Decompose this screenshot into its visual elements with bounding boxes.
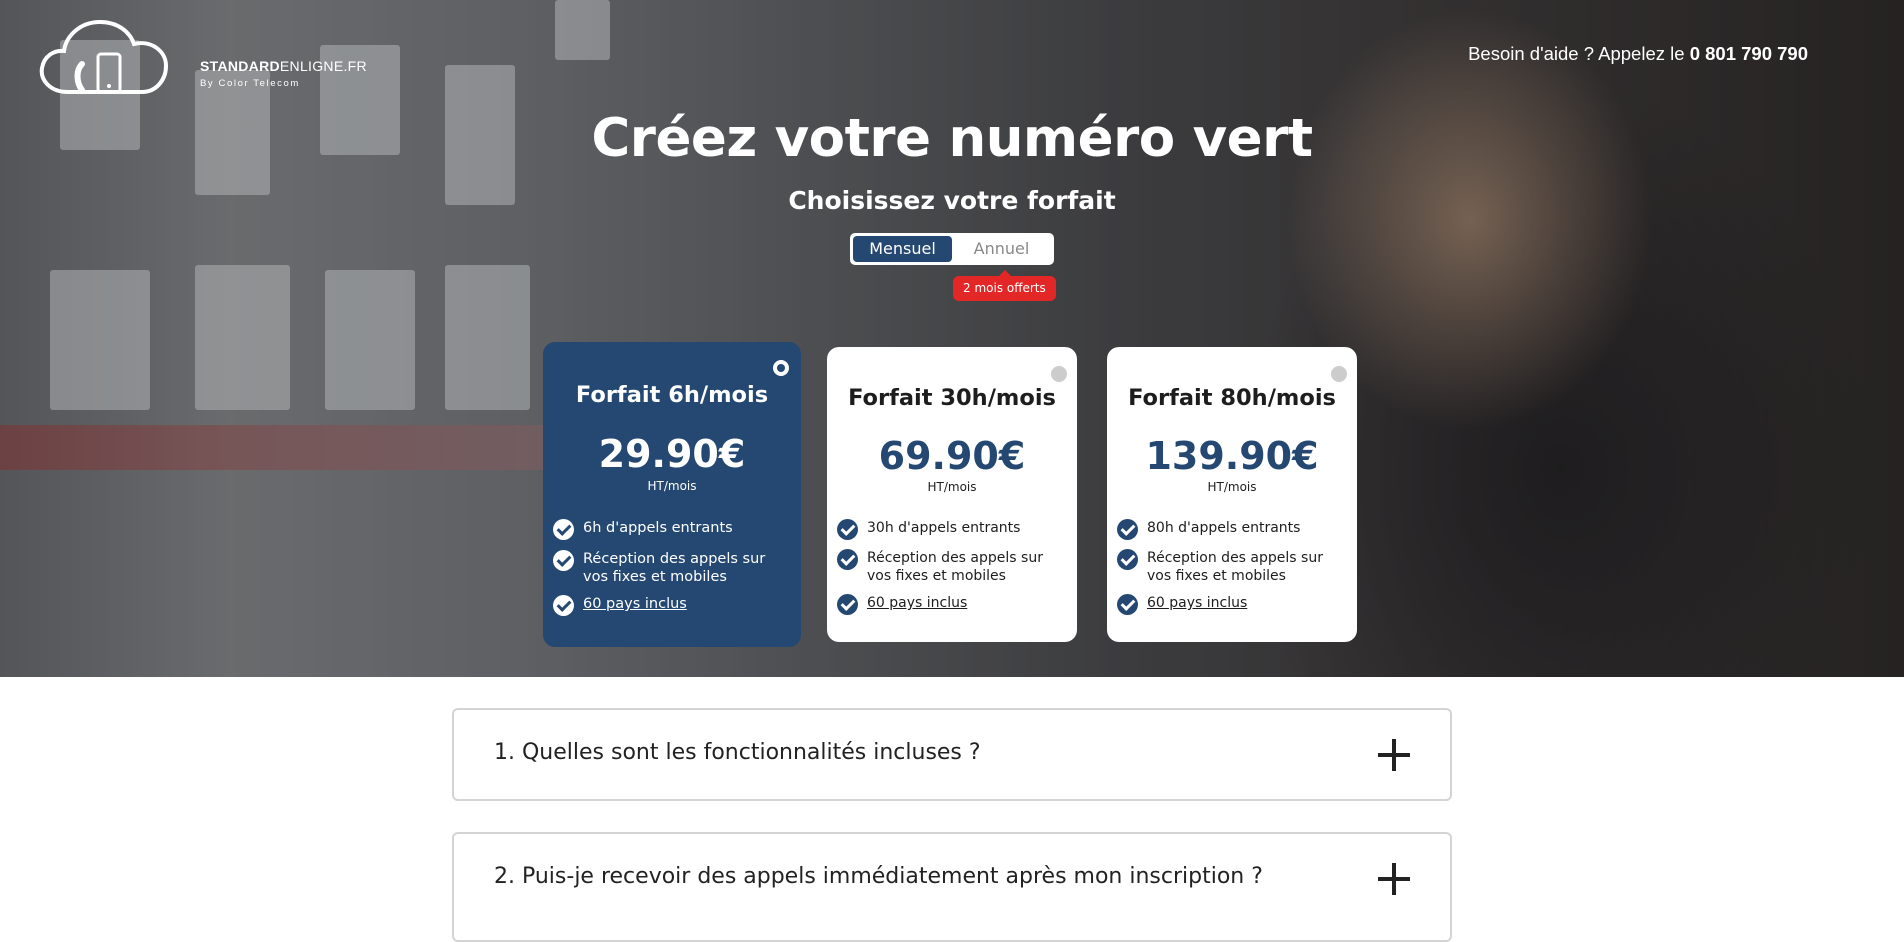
check-icon (1117, 549, 1138, 570)
plan-features: 30h d'appels entrants Réception des appe… (837, 519, 1069, 615)
plan-card-30h[interactable]: Forfait 30h/mois 69.90€ HT/mois 30h d'ap… (827, 347, 1077, 642)
countries-link[interactable]: 60 pays inclus (867, 594, 967, 612)
faq-item[interactable]: 2. Puis-je recevoir des appels immédiate… (452, 832, 1452, 942)
logo-text: STANDARDENLIGNE.FR By Color Telecom (200, 58, 367, 89)
check-icon (837, 594, 858, 615)
plan-name: Forfait 80h/mois (1128, 385, 1336, 411)
plan-card-6h[interactable]: Forfait 6h/mois 29.90€ HT/mois 6h d'appe… (543, 342, 801, 647)
feature-text: Réception des appels sur vos fixes et mo… (1147, 550, 1323, 584)
check-icon (837, 519, 858, 540)
check-icon (553, 519, 574, 540)
help-text: Besoin d'aide ? Appelez le (1468, 43, 1690, 64)
feature-item: 60 pays inclus (837, 594, 1069, 615)
faq-question: 2. Puis-je recevoir des appels immédiate… (494, 864, 1263, 889)
page-subtitle: Choisissez votre forfait (788, 186, 1116, 215)
plan-card-80h[interactable]: Forfait 80h/mois 139.90€ HT/mois 80h d'a… (1107, 347, 1357, 642)
logo-subtitle: By Color Telecom (200, 78, 300, 89)
plan-price: 29.90€ (598, 432, 746, 476)
plan-radio[interactable] (1051, 366, 1067, 382)
feature-text: 30h d'appels entrants (867, 520, 1021, 536)
faq-question: 1. Quelles sont les fonctionnalités incl… (494, 740, 981, 765)
plan-price-unit: HT/mois (1207, 480, 1257, 494)
feature-text: 6h d'appels entrants (583, 520, 733, 536)
faq-item[interactable]: 1. Quelles sont les fonctionnalités incl… (452, 708, 1452, 801)
help-contact: Besoin d'aide ? Appelez le 0 801 790 790 (1468, 43, 1808, 65)
feature-item: Réception des appels sur vos fixes et mo… (837, 549, 1069, 585)
plus-icon[interactable] (1378, 739, 1410, 771)
feature-item: Réception des appels sur vos fixes et mo… (553, 550, 793, 586)
logo-main-bold: STANDARD (200, 58, 280, 74)
cloud-phone-icon (39, 19, 169, 94)
plan-price-unit: HT/mois (647, 479, 697, 493)
plan-price-unit: HT/mois (927, 480, 977, 494)
feature-item: 60 pays inclus (1117, 594, 1349, 615)
toggle-monthly[interactable]: Mensuel (853, 236, 952, 262)
plan-radio[interactable] (773, 360, 789, 376)
feature-item: 30h d'appels entrants (837, 519, 1069, 540)
countries-link[interactable]: 60 pays inclus (1147, 594, 1247, 612)
feature-text: Réception des appels sur vos fixes et mo… (583, 551, 766, 585)
page-title: Créez votre numéro vert (591, 108, 1313, 169)
check-icon (1117, 594, 1138, 615)
check-icon (553, 550, 574, 571)
plan-features: 6h d'appels entrants Réception des appel… (553, 519, 793, 616)
check-icon (553, 595, 574, 616)
check-icon (1117, 519, 1138, 540)
plan-features: 80h d'appels entrants Réception des appe… (1117, 519, 1349, 615)
feature-item: 80h d'appels entrants (1117, 519, 1349, 540)
feature-text: Réception des appels sur vos fixes et mo… (867, 550, 1043, 584)
help-phone-link[interactable]: 0 801 790 790 (1690, 43, 1808, 64)
feature-item: Réception des appels sur vos fixes et mo… (1117, 549, 1349, 585)
feature-item: 6h d'appels entrants (553, 519, 793, 540)
plan-price: 139.90€ (1145, 434, 1319, 478)
plan-name: Forfait 30h/mois (848, 385, 1056, 411)
logo-main-light: ENLIGNE.FR (279, 58, 367, 74)
feature-text: 80h d'appels entrants (1147, 520, 1301, 536)
billing-toggle: Mensuel Annuel (850, 233, 1054, 265)
check-icon (837, 549, 858, 570)
plan-radio[interactable] (1331, 366, 1347, 382)
plus-icon[interactable] (1378, 863, 1410, 895)
plan-price: 69.90€ (878, 434, 1026, 478)
feature-item: 60 pays inclus (553, 595, 793, 616)
toggle-annual[interactable]: Annuel (952, 236, 1051, 262)
countries-link[interactable]: 60 pays inclus (583, 595, 687, 613)
plan-name: Forfait 6h/mois (575, 382, 769, 408)
hero-section: STANDARDENLIGNE.FR By Color Telecom Beso… (0, 0, 1904, 677)
logo[interactable]: STANDARDENLIGNE.FR By Color Telecom (38, 18, 367, 98)
promo-badge: 2 mois offerts (953, 270, 1056, 301)
